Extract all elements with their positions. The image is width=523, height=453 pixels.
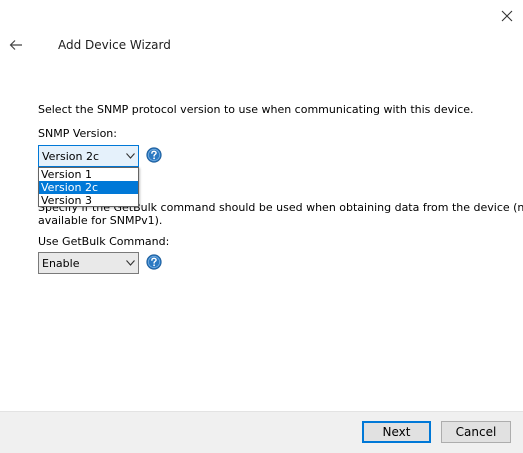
- help-icon[interactable]: [146, 147, 162, 163]
- snmp-version-value: Version 2c: [42, 149, 99, 163]
- cancel-button[interactable]: Cancel: [441, 421, 511, 443]
- dropdown-option-version-1[interactable]: Version 1: [39, 168, 138, 181]
- back-button[interactable]: [4, 34, 28, 56]
- instructions-text: Select the SNMP protocol version to use …: [38, 103, 474, 116]
- arrow-left-icon: [9, 40, 22, 50]
- next-button[interactable]: Next: [362, 421, 431, 443]
- dropdown-option-version-2c[interactable]: Version 2c: [39, 181, 138, 194]
- getbulk-description-line2: available for SNMPv1).: [38, 214, 163, 227]
- close-icon: [501, 10, 513, 22]
- snmp-version-dropdown[interactable]: Version 1 Version 2c Version 3: [38, 167, 139, 207]
- getbulk-label: Use GetBulk Command:: [38, 235, 170, 248]
- wizard-title: Add Device Wizard: [58, 38, 171, 52]
- snmp-version-label: SNMP Version:: [38, 127, 117, 140]
- chevron-down-icon: [122, 146, 138, 166]
- close-button[interactable]: [494, 4, 520, 28]
- getbulk-select[interactable]: Enable: [38, 252, 139, 274]
- snmp-version-select[interactable]: Version 2c: [38, 145, 139, 167]
- getbulk-value: Enable: [42, 256, 80, 270]
- dropdown-option-version-3[interactable]: Version 3: [39, 194, 138, 207]
- help-icon[interactable]: [146, 254, 162, 270]
- chevron-down-icon: [122, 253, 138, 273]
